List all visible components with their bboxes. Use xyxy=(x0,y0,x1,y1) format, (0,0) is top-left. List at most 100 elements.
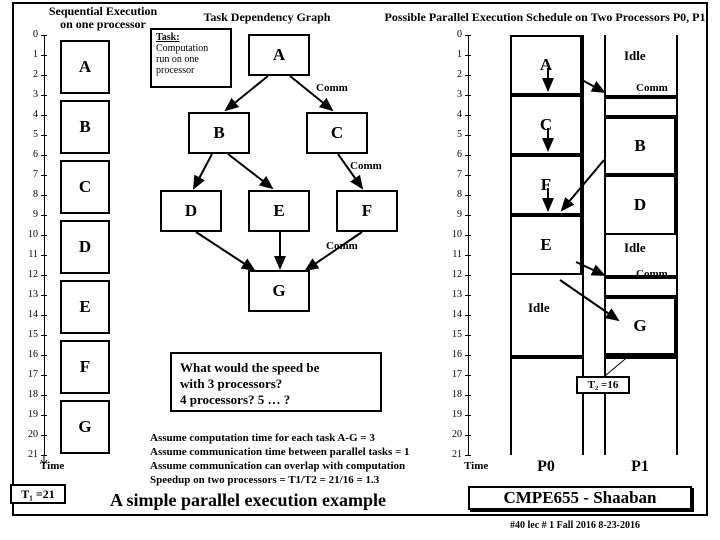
tick xyxy=(41,235,47,236)
tick-label: 6 xyxy=(446,149,462,160)
header-parallel: Possible Parallel Execution Schedule on … xyxy=(380,11,710,24)
tick xyxy=(465,335,471,336)
tick xyxy=(41,35,47,36)
header-dependency: Task Dependency Graph xyxy=(192,11,342,24)
header-sequential: Sequential Execution on one processor xyxy=(38,5,168,31)
tick xyxy=(465,155,471,156)
tick-label: 14 xyxy=(22,309,38,320)
tick xyxy=(465,415,471,416)
q1: What would the speed be xyxy=(180,360,372,376)
tick xyxy=(465,275,471,276)
tick-label: 5 xyxy=(446,129,462,140)
tick xyxy=(465,255,471,256)
parallel-arrows xyxy=(500,30,700,430)
tick xyxy=(41,75,47,76)
seq-task-F: F xyxy=(60,340,110,394)
tick-label: 4 xyxy=(22,109,38,120)
tick xyxy=(465,135,471,136)
tick xyxy=(465,235,471,236)
seq-task-B: B xyxy=(60,100,110,154)
t2-box: T₂ =16 xyxy=(576,376,630,394)
tick xyxy=(465,435,471,436)
tick-label: 16 xyxy=(446,349,462,360)
seq-task-D: D xyxy=(60,220,110,274)
tick xyxy=(41,175,47,176)
tick xyxy=(41,55,47,56)
tick xyxy=(465,95,471,96)
tick-label: 1 xyxy=(446,49,462,60)
tick xyxy=(41,215,47,216)
tick-label: 5 xyxy=(22,129,38,140)
tick xyxy=(41,395,47,396)
assume-3: Assume communication can overlap with co… xyxy=(150,460,405,472)
tick-label: 20 xyxy=(446,429,462,440)
tick-label: 3 xyxy=(446,89,462,100)
tick-label: 10 xyxy=(22,229,38,240)
arrow-down-icon xyxy=(44,455,54,467)
tick-label: 7 xyxy=(446,169,462,180)
tick-label: 11 xyxy=(22,249,38,260)
dependency-arrows xyxy=(150,30,420,330)
seq-task-E: E xyxy=(60,280,110,334)
page-title: A simple parallel execution example xyxy=(110,490,386,511)
tick-label: 18 xyxy=(22,389,38,400)
tick-label: 4 xyxy=(446,109,462,120)
tick xyxy=(465,55,471,56)
tick-label: 9 xyxy=(446,209,462,220)
tick-label: 18 xyxy=(446,389,462,400)
assume-2: Assume communication time between parall… xyxy=(150,446,410,458)
tick xyxy=(41,95,47,96)
tick xyxy=(41,315,47,316)
tick-label: 6 xyxy=(22,149,38,160)
tick-label: 7 xyxy=(22,169,38,180)
tick-label: 12 xyxy=(446,269,462,280)
tick-label: 17 xyxy=(22,369,38,380)
tick-label: 19 xyxy=(22,409,38,420)
tick-label: 11 xyxy=(446,249,462,260)
tick xyxy=(465,355,471,356)
tick xyxy=(41,155,47,156)
tick xyxy=(41,275,47,276)
tick-label: 2 xyxy=(22,69,38,80)
tick-label: 21 xyxy=(22,449,38,460)
tick-label: 0 xyxy=(446,29,462,40)
question-box: What would the speed be with 3 processor… xyxy=(170,352,382,412)
tick xyxy=(41,335,47,336)
tick-label: 17 xyxy=(446,369,462,380)
tick xyxy=(465,195,471,196)
p1-label: P1 xyxy=(604,458,676,476)
tick-label: 15 xyxy=(446,329,462,340)
assume-1: Assume computation time for each task A-… xyxy=(150,432,375,444)
tick-label: 8 xyxy=(22,189,38,200)
tick-label: 1 xyxy=(22,49,38,60)
tick xyxy=(465,75,471,76)
tick xyxy=(41,415,47,416)
tick xyxy=(465,315,471,316)
q2: with 3 processors? xyxy=(180,376,372,392)
seq-task-A: A xyxy=(60,40,110,94)
tick xyxy=(465,375,471,376)
tick xyxy=(465,455,471,456)
tick xyxy=(41,135,47,136)
tick xyxy=(41,435,47,436)
p0-label: P0 xyxy=(510,458,582,476)
tick xyxy=(41,355,47,356)
tick-label: 21 xyxy=(446,449,462,460)
tick xyxy=(41,455,47,456)
tick xyxy=(465,175,471,176)
tick xyxy=(465,115,471,116)
tick xyxy=(465,395,471,396)
tick xyxy=(465,215,471,216)
tick-label: 10 xyxy=(446,229,462,240)
tick-label: 13 xyxy=(22,289,38,300)
page-footer: #40 lec # 1 Fall 2016 8-23-2016 xyxy=(510,520,640,531)
tick-label: 8 xyxy=(446,189,462,200)
tick-label: 12 xyxy=(22,269,38,280)
tick-label: 9 xyxy=(22,209,38,220)
tick xyxy=(41,195,47,196)
tick-label: 0 xyxy=(22,29,38,40)
time-label-right: Time xyxy=(464,460,488,472)
seq-task-C: C xyxy=(60,160,110,214)
course-box: CMPE655 - Shaaban xyxy=(468,486,692,510)
tick-label: 15 xyxy=(22,329,38,340)
